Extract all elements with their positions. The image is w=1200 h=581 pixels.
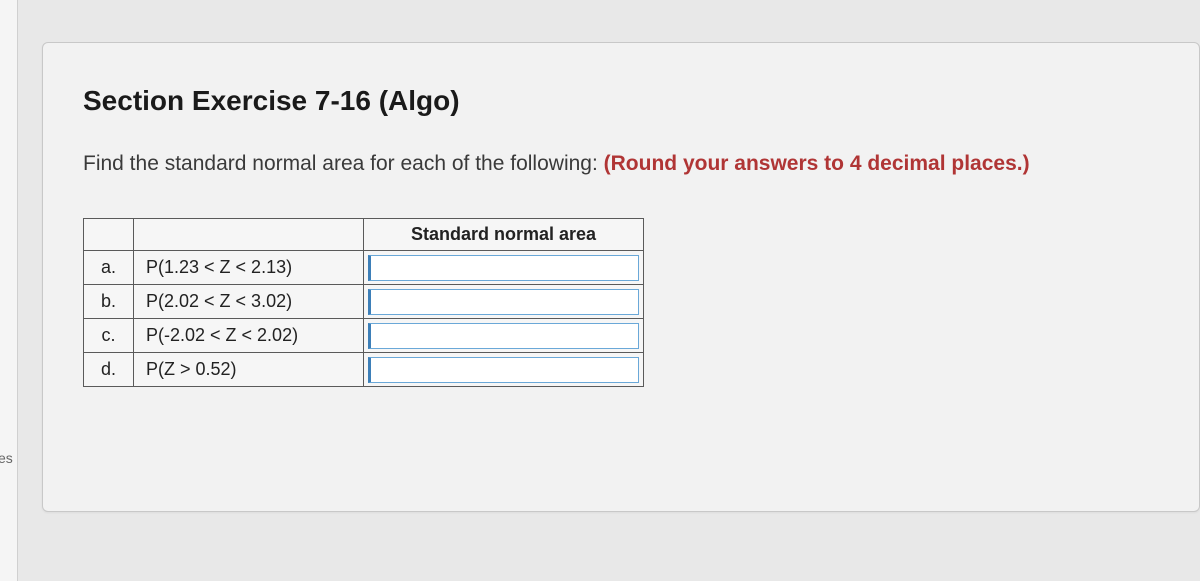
sidebar-fragment-text: es [0,450,13,466]
row-expression: P(2.02 < Z < 3.02) [134,285,364,319]
question-card: Section Exercise 7-16 (Algo) Find the st… [42,42,1200,512]
row-answer-cell [364,319,644,353]
answer-input-d[interactable] [368,357,639,383]
prompt-instruction: (Round your answers to 4 decimal places.… [604,152,1030,175]
row-label: a. [84,251,134,285]
answer-table: Standard normal area a. P(1.23 < Z < 2.1… [83,218,644,387]
sidebar-fragment: es [0,0,18,581]
row-label: b. [84,285,134,319]
table-row: b. P(2.02 < Z < 3.02) [84,285,644,319]
header-answer: Standard normal area [364,219,644,251]
prompt-text: Find the standard normal area for each o… [83,152,604,175]
table-row: a. P(1.23 < Z < 2.13) [84,251,644,285]
table-header-row: Standard normal area [84,219,644,251]
row-answer-cell [364,353,644,387]
row-answer-cell [364,251,644,285]
row-expression: P(Z > 0.52) [134,353,364,387]
answer-input-c[interactable] [368,323,639,349]
row-expression: P(1.23 < Z < 2.13) [134,251,364,285]
header-blank-expr [134,219,364,251]
header-blank-label [84,219,134,251]
answer-input-a[interactable] [368,255,639,281]
question-prompt: Find the standard normal area for each o… [83,149,1159,178]
table-row: c. P(-2.02 < Z < 2.02) [84,319,644,353]
row-expression: P(-2.02 < Z < 2.02) [134,319,364,353]
answer-input-b[interactable] [368,289,639,315]
section-title: Section Exercise 7-16 (Algo) [83,85,1159,117]
row-label: d. [84,353,134,387]
row-answer-cell [364,285,644,319]
table-row: d. P(Z > 0.52) [84,353,644,387]
row-label: c. [84,319,134,353]
